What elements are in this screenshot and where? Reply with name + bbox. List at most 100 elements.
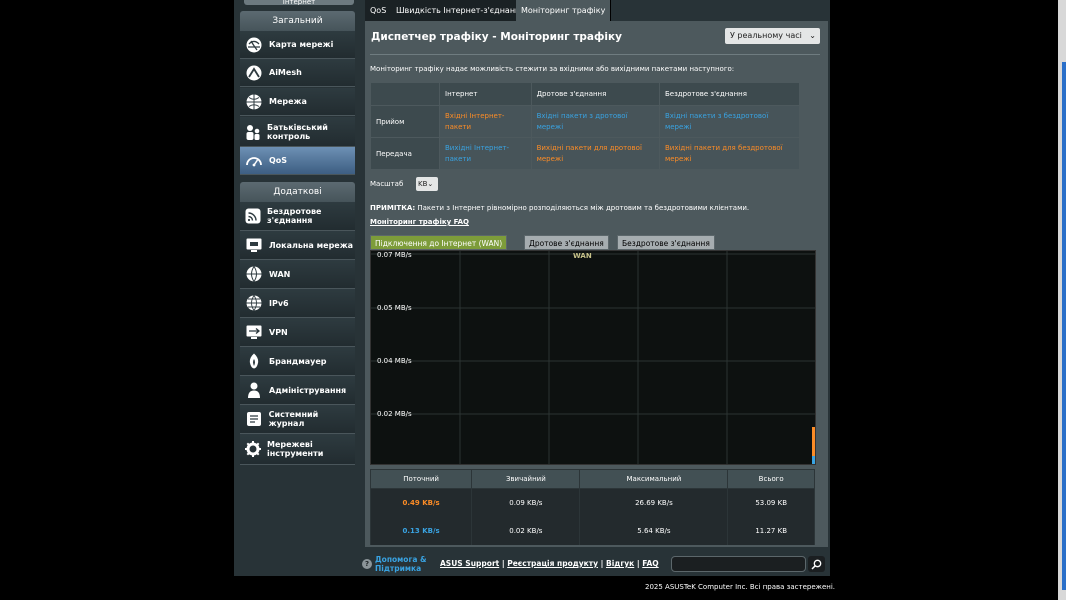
- section-title-advanced: Додаткові налаштування: [240, 182, 355, 217]
- legend-cell: Вхідні пакети з дротової мережі: [530, 105, 660, 138]
- graph-tab-wired[interactable]: Дротове з'єднання: [524, 235, 609, 250]
- legend-cell: Вихідні пакети для бездротової мережі: [658, 137, 801, 170]
- stats-average-tx: 0.02 KB/s: [471, 516, 581, 545]
- search-icon: [811, 559, 822, 570]
- sidebar-item-aimesh[interactable]: AiMesh: [240, 59, 355, 87]
- sidebar-item-system-log[interactable]: Системний журнал: [240, 405, 355, 434]
- scale-select[interactable]: KB⌄: [416, 177, 438, 191]
- sidebar-item-firewall[interactable]: Брандмауер: [240, 347, 355, 376]
- help-label-line1: Допомога &: [375, 555, 427, 564]
- note: ПРИМІТКА: Пакети з Інтернет рівномірно р…: [370, 204, 749, 212]
- sidebar-item-parental-control[interactable]: Батьківський контроль: [240, 117, 355, 147]
- stats-header: Всього: [727, 469, 815, 489]
- sidebar-item-network-map[interactable]: Карта мережі: [240, 31, 355, 59]
- administration-icon: [244, 380, 264, 400]
- realtime-select[interactable]: У реальному часі ⌄: [725, 28, 820, 44]
- traffic-graph-grid: [371, 251, 815, 464]
- sidebar-item-wireless[interactable]: Бездротове з'єднання: [240, 202, 355, 231]
- sidebar-item-label: Брандмауер: [269, 356, 327, 366]
- stats-average-rx: 0.09 KB/s: [471, 488, 581, 517]
- sidebar-item-qos[interactable]: QoS: [240, 147, 355, 175]
- legend-cell: Вихідні пакети для дротової мережі: [530, 137, 660, 170]
- chevron-down-icon: ⌄: [427, 180, 434, 188]
- ipv6-globe-icon: [244, 293, 264, 313]
- sidebar-item-wan[interactable]: WAN: [240, 260, 355, 289]
- help-icon: ?: [362, 559, 372, 569]
- y-axis-label: 0.05 MB/s: [377, 304, 412, 312]
- description: Моніторинг трафіку надає можливість стеж…: [370, 65, 735, 73]
- sidebar-item-label: Адміністрування: [269, 385, 347, 395]
- sidebar-item-lan[interactable]: Локальна мережа: [240, 231, 355, 260]
- traffic-graph: 0.07 MB/s 0.05 MB/s 0.04 MB/s 0.02 MB/s …: [370, 250, 816, 465]
- stats-header: Звичайний: [471, 469, 581, 489]
- graph-tab-wireless[interactable]: Бездротове з'єднання: [617, 235, 715, 250]
- stats-total-rx: 53.09 KB: [727, 488, 815, 517]
- help-label-line2: Підтримка: [375, 564, 422, 573]
- legend-row-label: Прийом: [370, 105, 440, 138]
- sidebar-item-label: QoS: [269, 156, 288, 165]
- note-label: ПРИМІТКА:: [370, 204, 416, 212]
- legend-header: Інтернет: [439, 82, 532, 106]
- page-scrollbar-thumb[interactable]: [1062, 62, 1066, 590]
- sidebar-item-label: Батьківський контроль: [267, 122, 328, 141]
- sidebar-item-ipv6[interactable]: IPv6: [240, 289, 355, 318]
- sidebar-item-label: WAN: [269, 269, 291, 279]
- traffic-legend-table: Інтернет Дротове з'єднання Бездротове з'…: [370, 82, 801, 170]
- note-text: Пакети з Інтернет рівномірно розподіляют…: [415, 204, 750, 212]
- sidebar-item-label: AiMesh: [269, 68, 302, 77]
- realtime-select-value: У реальному часі: [730, 31, 802, 40]
- feedback-link[interactable]: Відгук: [606, 559, 634, 568]
- stats-header: Максимальний: [579, 469, 729, 489]
- legend-cell: Вхідні Інтернет-пакети: [439, 105, 532, 138]
- search-button[interactable]: [808, 556, 825, 572]
- vpn-icon: [244, 322, 264, 342]
- legend-cell: Вихідні Інтернет-пакети: [439, 137, 532, 170]
- graph-series-label: WAN: [573, 252, 592, 260]
- sidebar-item-network[interactable]: Мережа: [240, 88, 355, 116]
- traffic-stats-table: Поточний Звичайний Максимальний Всього 0…: [369, 469, 815, 545]
- stats-maximum-rx: 26.69 KB/s: [579, 488, 729, 517]
- y-axis-label: 0.02 MB/s: [377, 410, 412, 418]
- faq-link[interactable]: FAQ: [642, 559, 658, 568]
- section-title-general: Загальний: [240, 11, 355, 31]
- divider: [370, 54, 820, 55]
- search-input[interactable]: [671, 556, 806, 572]
- network-tools-icon: [244, 439, 262, 459]
- lan-icon: [244, 235, 264, 255]
- stats-current-tx: 0.13 KB/s: [369, 516, 473, 545]
- y-axis-label: 0.07 MB/s: [377, 251, 412, 259]
- globe-icon: [244, 92, 264, 112]
- stats-maximum-tx: 5.64 KB/s: [579, 516, 729, 545]
- system-log-icon: [244, 409, 264, 429]
- traffic-monitor-faq-link[interactable]: Моніторинг трафіку FAQ: [370, 218, 469, 226]
- footer-links: ASUS Support | Реєстрація продукту | Від…: [440, 559, 659, 568]
- stats-total-tx: 11.27 KB: [727, 516, 815, 545]
- product-registration-link[interactable]: Реєстрація продукту: [507, 559, 598, 568]
- sidebar-item-administration[interactable]: Адміністрування: [240, 376, 355, 405]
- tab-qos[interactable]: QoS: [365, 0, 393, 21]
- help-support-link[interactable]: Допомога & Підтримка: [375, 555, 427, 573]
- tab-internet-speed[interactable]: Швидкість Інтернет-з'єднання: [391, 0, 532, 21]
- stats-current-rx: 0.49 KB/s: [369, 488, 473, 517]
- wireless-icon: [244, 206, 262, 226]
- stats-header: Поточний: [369, 469, 473, 489]
- legend-row-label: Передача: [370, 137, 440, 170]
- sidebar-item-network-tools[interactable]: Мережеві інструменти: [240, 434, 355, 465]
- page-title: Диспетчер трафіку - Моніторинг трафіку: [371, 31, 623, 43]
- legend-header: Дротове з'єднання: [530, 82, 660, 106]
- firewall-icon: [244, 351, 264, 371]
- parental-control-icon: [244, 122, 262, 142]
- scale-label: Масштаб: [370, 180, 404, 188]
- legend-header: [370, 82, 440, 106]
- graph-tab-wan[interactable]: Підключення до Інтернет (WAN): [370, 235, 508, 250]
- sidebar-item-label: Мережеві інструменти: [267, 440, 324, 458]
- sidebar-item-vpn[interactable]: VPN: [240, 318, 355, 347]
- sidebar-item-label: Мережа: [269, 97, 307, 106]
- legend-header: Бездротове з'єднання: [658, 82, 801, 106]
- asus-support-link[interactable]: ASUS Support: [440, 559, 499, 568]
- aimesh-icon: [244, 63, 264, 83]
- qos-gauge-icon: [244, 151, 264, 171]
- sidebar-item-label: IPv6: [269, 298, 289, 308]
- copyright: 2025 ASUSTeK Computer Inc. Всі права зас…: [645, 583, 835, 591]
- tab-traffic-monitor[interactable]: Моніторинг трафіку: [516, 0, 612, 21]
